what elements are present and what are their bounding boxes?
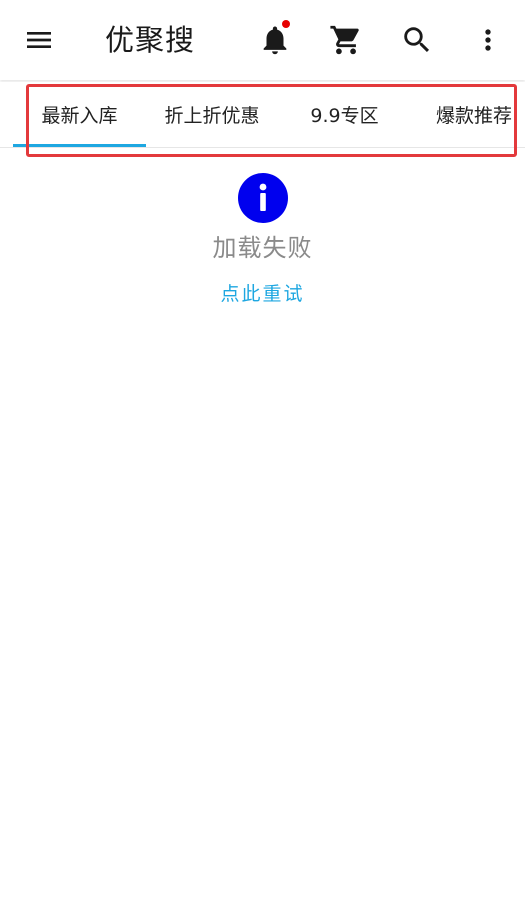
menu-icon <box>27 32 51 48</box>
cart-button[interactable] <box>318 12 374 68</box>
more-vertical-icon <box>485 29 491 51</box>
selected-tab-indicator <box>13 144 146 147</box>
tab-extra-discount[interactable]: 折上折优惠 <box>146 82 278 147</box>
top-app-bar: 优聚搜 <box>0 0 525 80</box>
tab-label: 最新入库 <box>41 105 118 127</box>
app-title: 优聚搜 <box>105 23 196 57</box>
more-options-button[interactable] <box>460 12 516 68</box>
category-tab-bar: 最新入库 折上折优惠 9.9专区 爆款推荐 <box>0 82 525 148</box>
unread-badge-dot <box>282 20 290 28</box>
app-screen: 优聚搜 最新入库 折上折优惠 9.9专区 爆款推荐 加载失败 点此重试 <box>0 0 525 899</box>
tab-label: 9.9专区 <box>310 105 379 127</box>
menu-button[interactable] <box>11 12 67 68</box>
tab-9-9-zone[interactable]: 9.9专区 <box>278 82 411 147</box>
load-error-state: 加载失败 点此重试 <box>0 173 525 307</box>
search-icon <box>404 27 430 53</box>
tab-latest[interactable]: 最新入库 <box>13 82 146 147</box>
notifications-bell-icon <box>263 26 287 55</box>
search-button[interactable] <box>389 12 445 68</box>
retry-link[interactable]: 点此重试 <box>220 281 304 307</box>
notifications-button[interactable] <box>247 12 303 68</box>
shopping-cart-icon <box>330 25 359 55</box>
tab-label: 折上折优惠 <box>164 105 260 127</box>
tab-label: 爆款推荐 <box>436 105 513 127</box>
tab-hot-picks[interactable]: 爆款推荐 <box>411 82 525 147</box>
load-error-message: 加载失败 <box>212 234 313 262</box>
info-icon <box>237 173 288 223</box>
